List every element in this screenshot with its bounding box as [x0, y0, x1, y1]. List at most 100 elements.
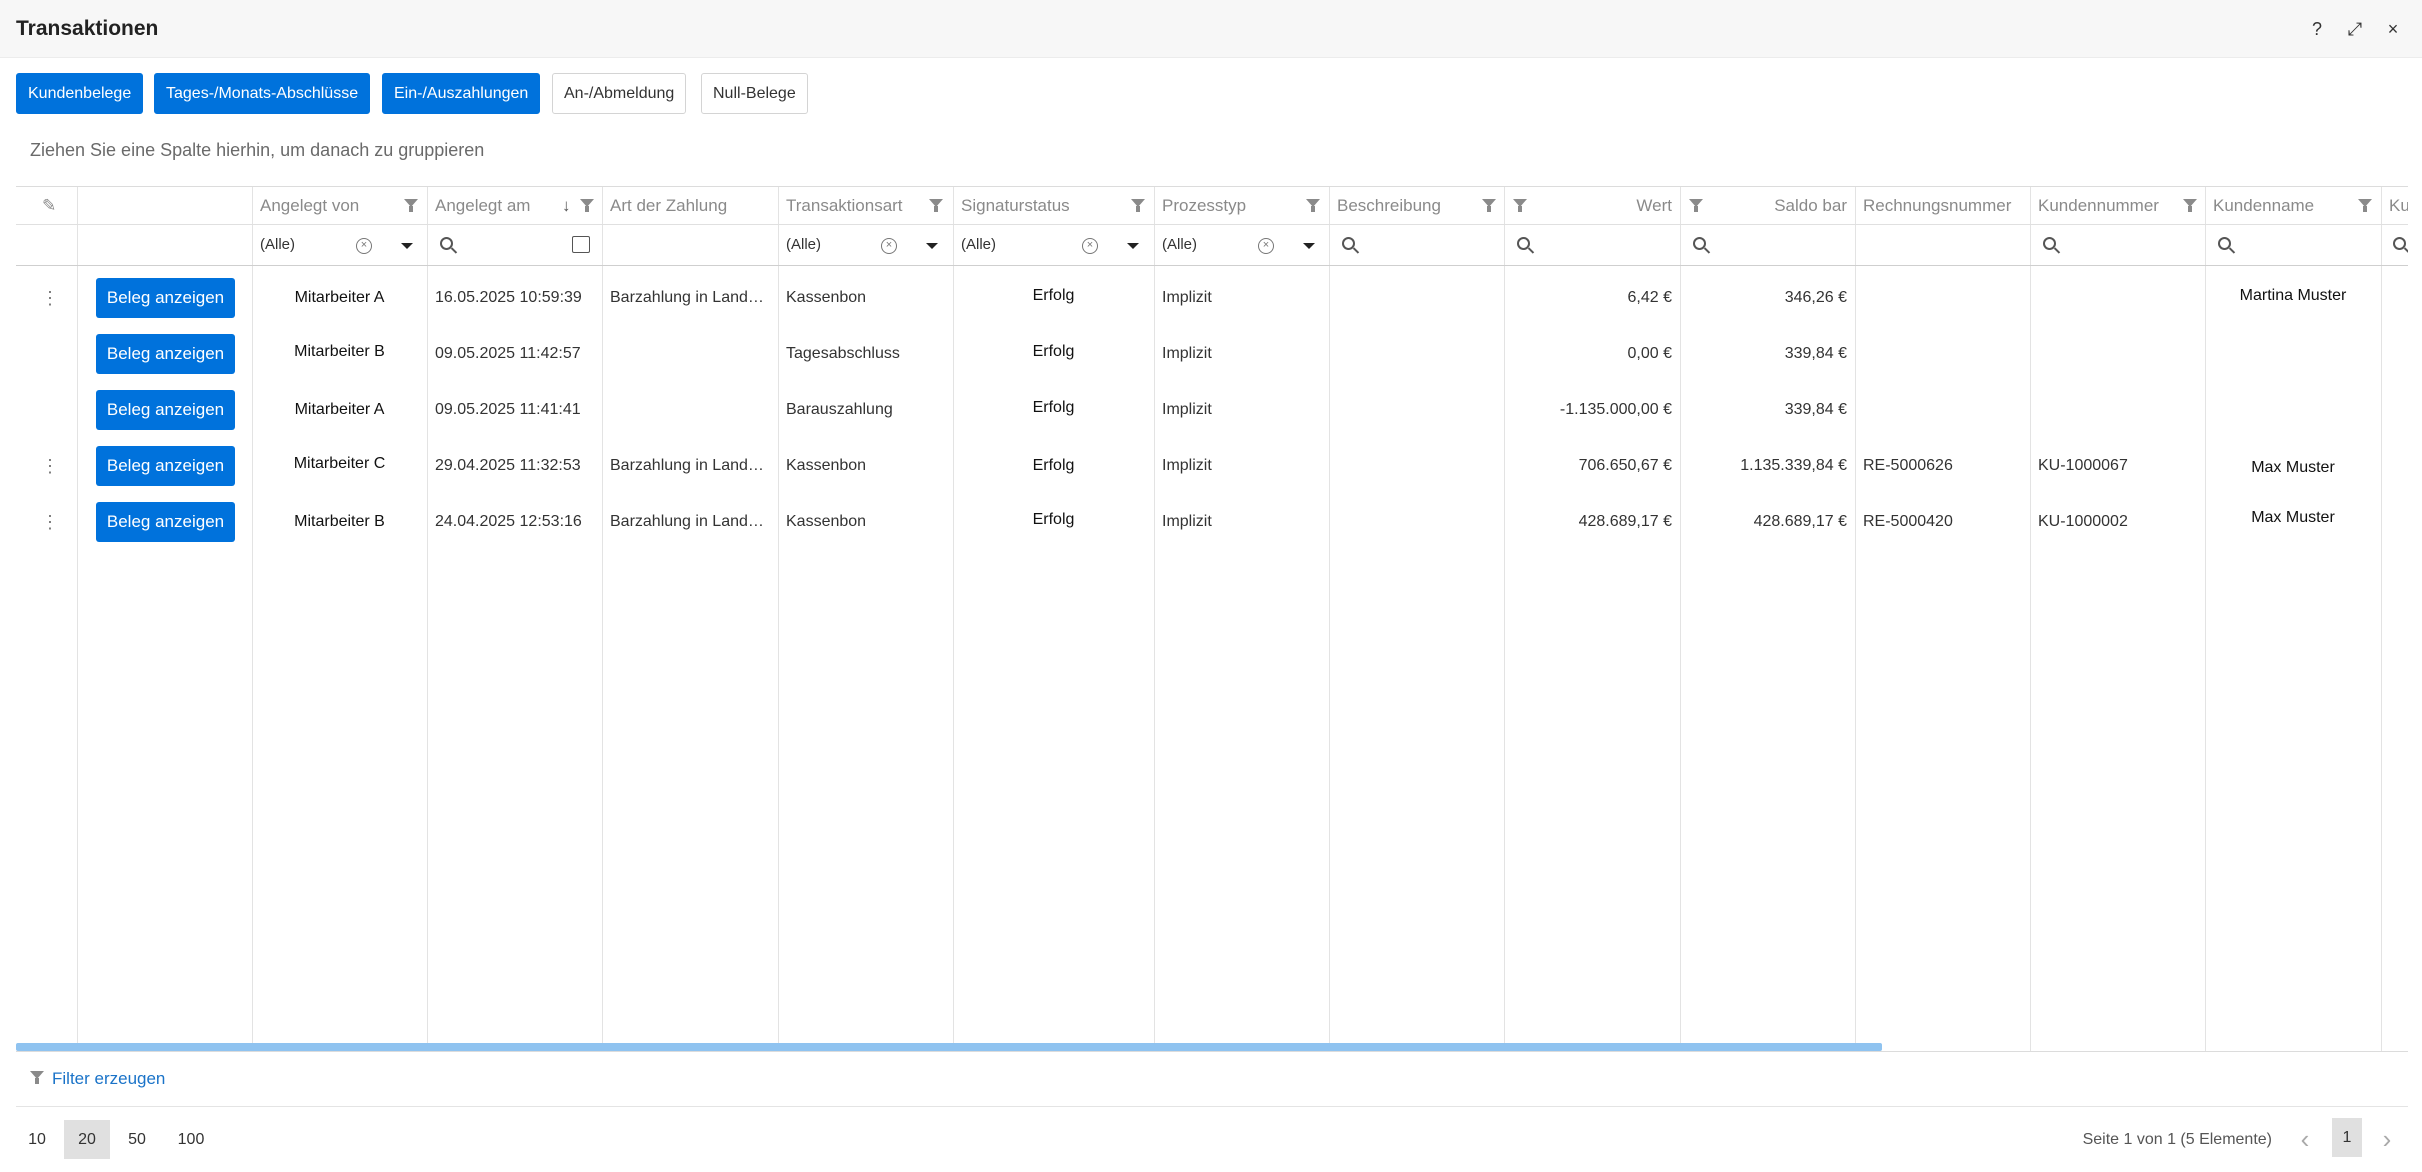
search-wert-icon[interactable] [1517, 237, 1530, 255]
header-kundennummer[interactable]: Kundennummer [2030, 187, 2205, 224]
filter-angelegt-von-icon[interactable] [404, 199, 418, 213]
clear-filter-signaturstatus-icon[interactable]: × [1082, 238, 1098, 254]
header-beschreibung[interactable]: Beschreibung [1329, 187, 1504, 224]
header-transaktionsart[interactable]: Transaktionsart [778, 187, 953, 224]
filter-select-prozesstyp[interactable]: (Alle) [1154, 225, 1274, 265]
header-rechnungsnummer[interactable]: Rechnungsnummer [1855, 187, 2030, 224]
cell-saldo-bar: 1.135.339,84 € [1740, 457, 1847, 474]
horizontal-scrollbar[interactable] [16, 1043, 1882, 1051]
cell-prozesstyp: Implizit [1162, 345, 1212, 362]
cell-prozesstyp: Implizit [1162, 457, 1212, 474]
cell-wert: -1.135.000,00 € [1559, 401, 1672, 418]
column-chooser-icon[interactable]: ✎ [34, 187, 64, 224]
cell-prozesstyp: Implizit [1162, 289, 1212, 306]
page-size-20[interactable]: 20 [64, 1120, 110, 1159]
footer-divider [16, 1106, 2408, 1107]
dropdown-angelegt-von-icon[interactable] [401, 243, 413, 249]
dropdown-signaturstatus-icon[interactable] [1127, 243, 1139, 249]
beleg-anzeigen-button[interactable]: Beleg anzeigen [96, 390, 235, 430]
page-size-50[interactable]: 50 [122, 1120, 152, 1159]
cell-wert: 428.689,17 € [1578, 513, 1672, 530]
row-menu-icon[interactable]: ⋮ [41, 510, 59, 534]
filter-erzeugen-link[interactable]: Filter erzeugen [30, 1069, 165, 1089]
cell-angelegt-von: Mitarbeiter B [294, 343, 385, 360]
header-art-der-zahlung[interactable]: Art der Zahlung [602, 187, 778, 224]
title-bar: Transaktionen ? ⤢ × [0, 0, 2422, 58]
window-title: Transaktionen [16, 17, 159, 40]
header-saldo-bar[interactable]: Saldo bar [1680, 187, 1855, 224]
cell-signaturstatus: Erfolg [1032, 399, 1075, 416]
row-menu-icon[interactable]: ⋮ [41, 286, 59, 310]
search-kundennummer-icon[interactable] [2043, 237, 2056, 255]
header-kundenname[interactable]: Kundenname [2205, 187, 2381, 224]
filter-kundenname-icon[interactable] [2358, 199, 2372, 213]
search-extra-icon[interactable] [2393, 237, 2406, 255]
prev-page-icon[interactable]: ‹ [2288, 1120, 2322, 1159]
filter-select-signaturstatus[interactable]: (Alle) [953, 225, 1073, 265]
cell-art-der-zahlung: Barzahlung in Landeswährung [610, 513, 778, 530]
cell-saldo-bar: 428.689,17 € [1753, 513, 1847, 530]
search-angelegt-am-icon[interactable] [440, 237, 453, 255]
beleg-anzeigen-button[interactable]: Beleg anzeigen [96, 446, 235, 486]
calendar-icon[interactable] [572, 236, 590, 253]
filter-transaktionsart-icon[interactable] [929, 199, 943, 213]
cell-angelegt-von: Mitarbeiter A [294, 401, 385, 418]
beleg-anzeigen-button[interactable]: Beleg anzeigen [96, 278, 235, 318]
help-icon[interactable]: ? [2304, 16, 2330, 42]
search-saldo-icon[interactable] [1693, 237, 1706, 255]
close-icon[interactable]: × [2380, 16, 2406, 42]
cell-wert: 0,00 € [1627, 345, 1672, 362]
cell-kundennummer: KU-1000067 [2038, 457, 2128, 474]
cell-angelegt-von: Mitarbeiter C [293, 455, 386, 472]
cell-kundenname: Martina Muster [2239, 287, 2347, 304]
row-menu-icon[interactable]: ⋮ [41, 454, 59, 478]
cell-angelegt-am: 16.05.2025 10:59:39 [435, 289, 582, 306]
group-panel[interactable]: Ziehen Sie eine Spalte hierhin, um danac… [30, 140, 484, 161]
sort-descending-icon[interactable]: ↓ [562, 187, 582, 224]
clear-filter-prozesstyp-icon[interactable]: × [1258, 238, 1274, 254]
header-wert[interactable]: Wert [1504, 187, 1680, 224]
cell-kundennummer: KU-1000002 [2038, 513, 2128, 530]
cell-angelegt-am: 24.04.2025 12:53:16 [435, 513, 582, 530]
cell-angelegt-von: Mitarbeiter B [294, 513, 385, 530]
clear-filter-transaktionsart-icon[interactable]: × [881, 238, 897, 254]
header-prozesstyp[interactable]: Prozesstyp [1154, 187, 1329, 224]
cell-wert: 6,42 € [1627, 289, 1672, 306]
clear-filter-angelegt-von-icon[interactable]: × [356, 238, 372, 254]
cell-rechnungsnummer: RE-5000626 [1863, 457, 1953, 474]
cell-art-der-zahlung: Barzahlung in Landeswährung [610, 289, 778, 306]
cell-transaktionsart: Kassenbon [786, 457, 867, 474]
tab-an-abmeldung[interactable]: An-/Abmeldung [552, 73, 687, 114]
cell-art-der-zahlung: Barzahlung in Landeswährung [610, 457, 778, 474]
filter-angelegt-am-icon[interactable] [580, 199, 594, 213]
page-info: Seite 1 von 1 (5 Elemente) [2082, 1131, 2272, 1148]
page-number[interactable]: 1 [2332, 1118, 2362, 1157]
tab-ein-auszahlungen[interactable]: Ein-/Auszahlungen [382, 73, 541, 114]
filter-beschreibung-icon[interactable] [1482, 199, 1496, 213]
search-beschreibung-icon[interactable] [1342, 237, 1355, 255]
beleg-anzeigen-button[interactable]: Beleg anzeigen [96, 334, 235, 374]
search-kundenname-icon[interactable] [2218, 237, 2231, 255]
cell-angelegt-von: Mitarbeiter A [294, 289, 385, 306]
page-size-10[interactable]: 10 [22, 1120, 52, 1159]
filter-kundennummer-icon[interactable] [2183, 199, 2197, 213]
tab-tages-monats-abschluesse[interactable]: Tages-/Monats-Abschlüsse [154, 73, 371, 114]
header-signaturstatus[interactable]: Signaturstatus [953, 187, 1154, 224]
tab-kundenbelege[interactable]: Kundenbelege [16, 73, 144, 114]
cell-rechnungsnummer [1855, 270, 2030, 326]
header-extra[interactable]: Ku [2381, 187, 2408, 224]
filter-prozesstyp-icon[interactable] [1306, 199, 1320, 213]
cell-angelegt-am: 09.05.2025 11:42:57 [435, 345, 581, 362]
filter-select-angelegt-von[interactable]: (Alle) [252, 225, 372, 265]
dropdown-prozesstyp-icon[interactable] [1303, 243, 1315, 249]
filter-signaturstatus-icon[interactable] [1131, 199, 1145, 213]
maximize-icon[interactable]: ⤢ [2342, 16, 2368, 42]
filter-select-transaktionsart[interactable]: (Alle) [778, 225, 898, 265]
dropdown-transaktionsart-icon[interactable] [926, 243, 938, 249]
next-page-icon[interactable]: › [2370, 1120, 2404, 1159]
page-size-100[interactable]: 100 [170, 1120, 212, 1159]
tab-null-belege[interactable]: Null-Belege [701, 73, 808, 114]
header-angelegt-von[interactable]: Angelegt von [252, 187, 427, 224]
beleg-anzeigen-button[interactable]: Beleg anzeigen [96, 502, 235, 542]
cell-transaktionsart: Kassenbon [786, 289, 867, 306]
